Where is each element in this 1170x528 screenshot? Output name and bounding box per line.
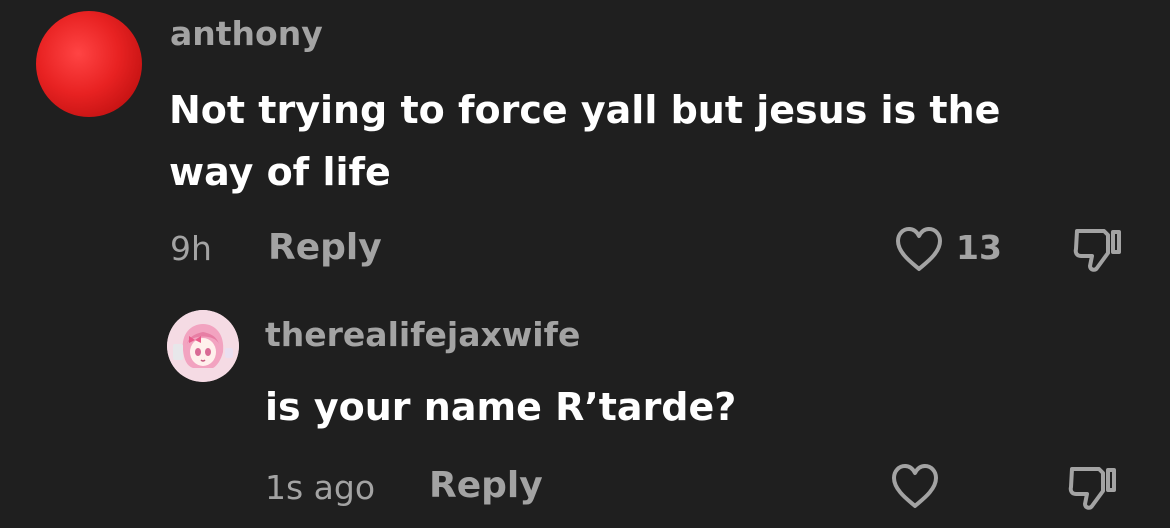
reply-timestamp: 1s ago — [265, 468, 376, 507]
heart-icon[interactable] — [893, 225, 945, 273]
like-count: 13 — [956, 228, 1002, 267]
avatar[interactable] — [36, 11, 142, 117]
reply-username[interactable]: therealifejaxwife — [265, 315, 580, 354]
comment-username[interactable]: anthony — [170, 14, 323, 53]
avatar[interactable] — [167, 310, 239, 382]
reply-button[interactable]: Reply — [268, 227, 382, 268]
reply-button[interactable]: Reply — [429, 465, 543, 506]
reply-text: is your name R’tarde? — [265, 385, 737, 429]
heart-icon[interactable] — [889, 462, 941, 510]
thumbs-down-icon[interactable] — [1071, 222, 1125, 276]
thumbs-down-icon[interactable] — [1066, 460, 1120, 514]
comment-timestamp: 9h — [170, 229, 212, 268]
comment-text: Not trying to force yall but jesus is th… — [169, 88, 1001, 194]
